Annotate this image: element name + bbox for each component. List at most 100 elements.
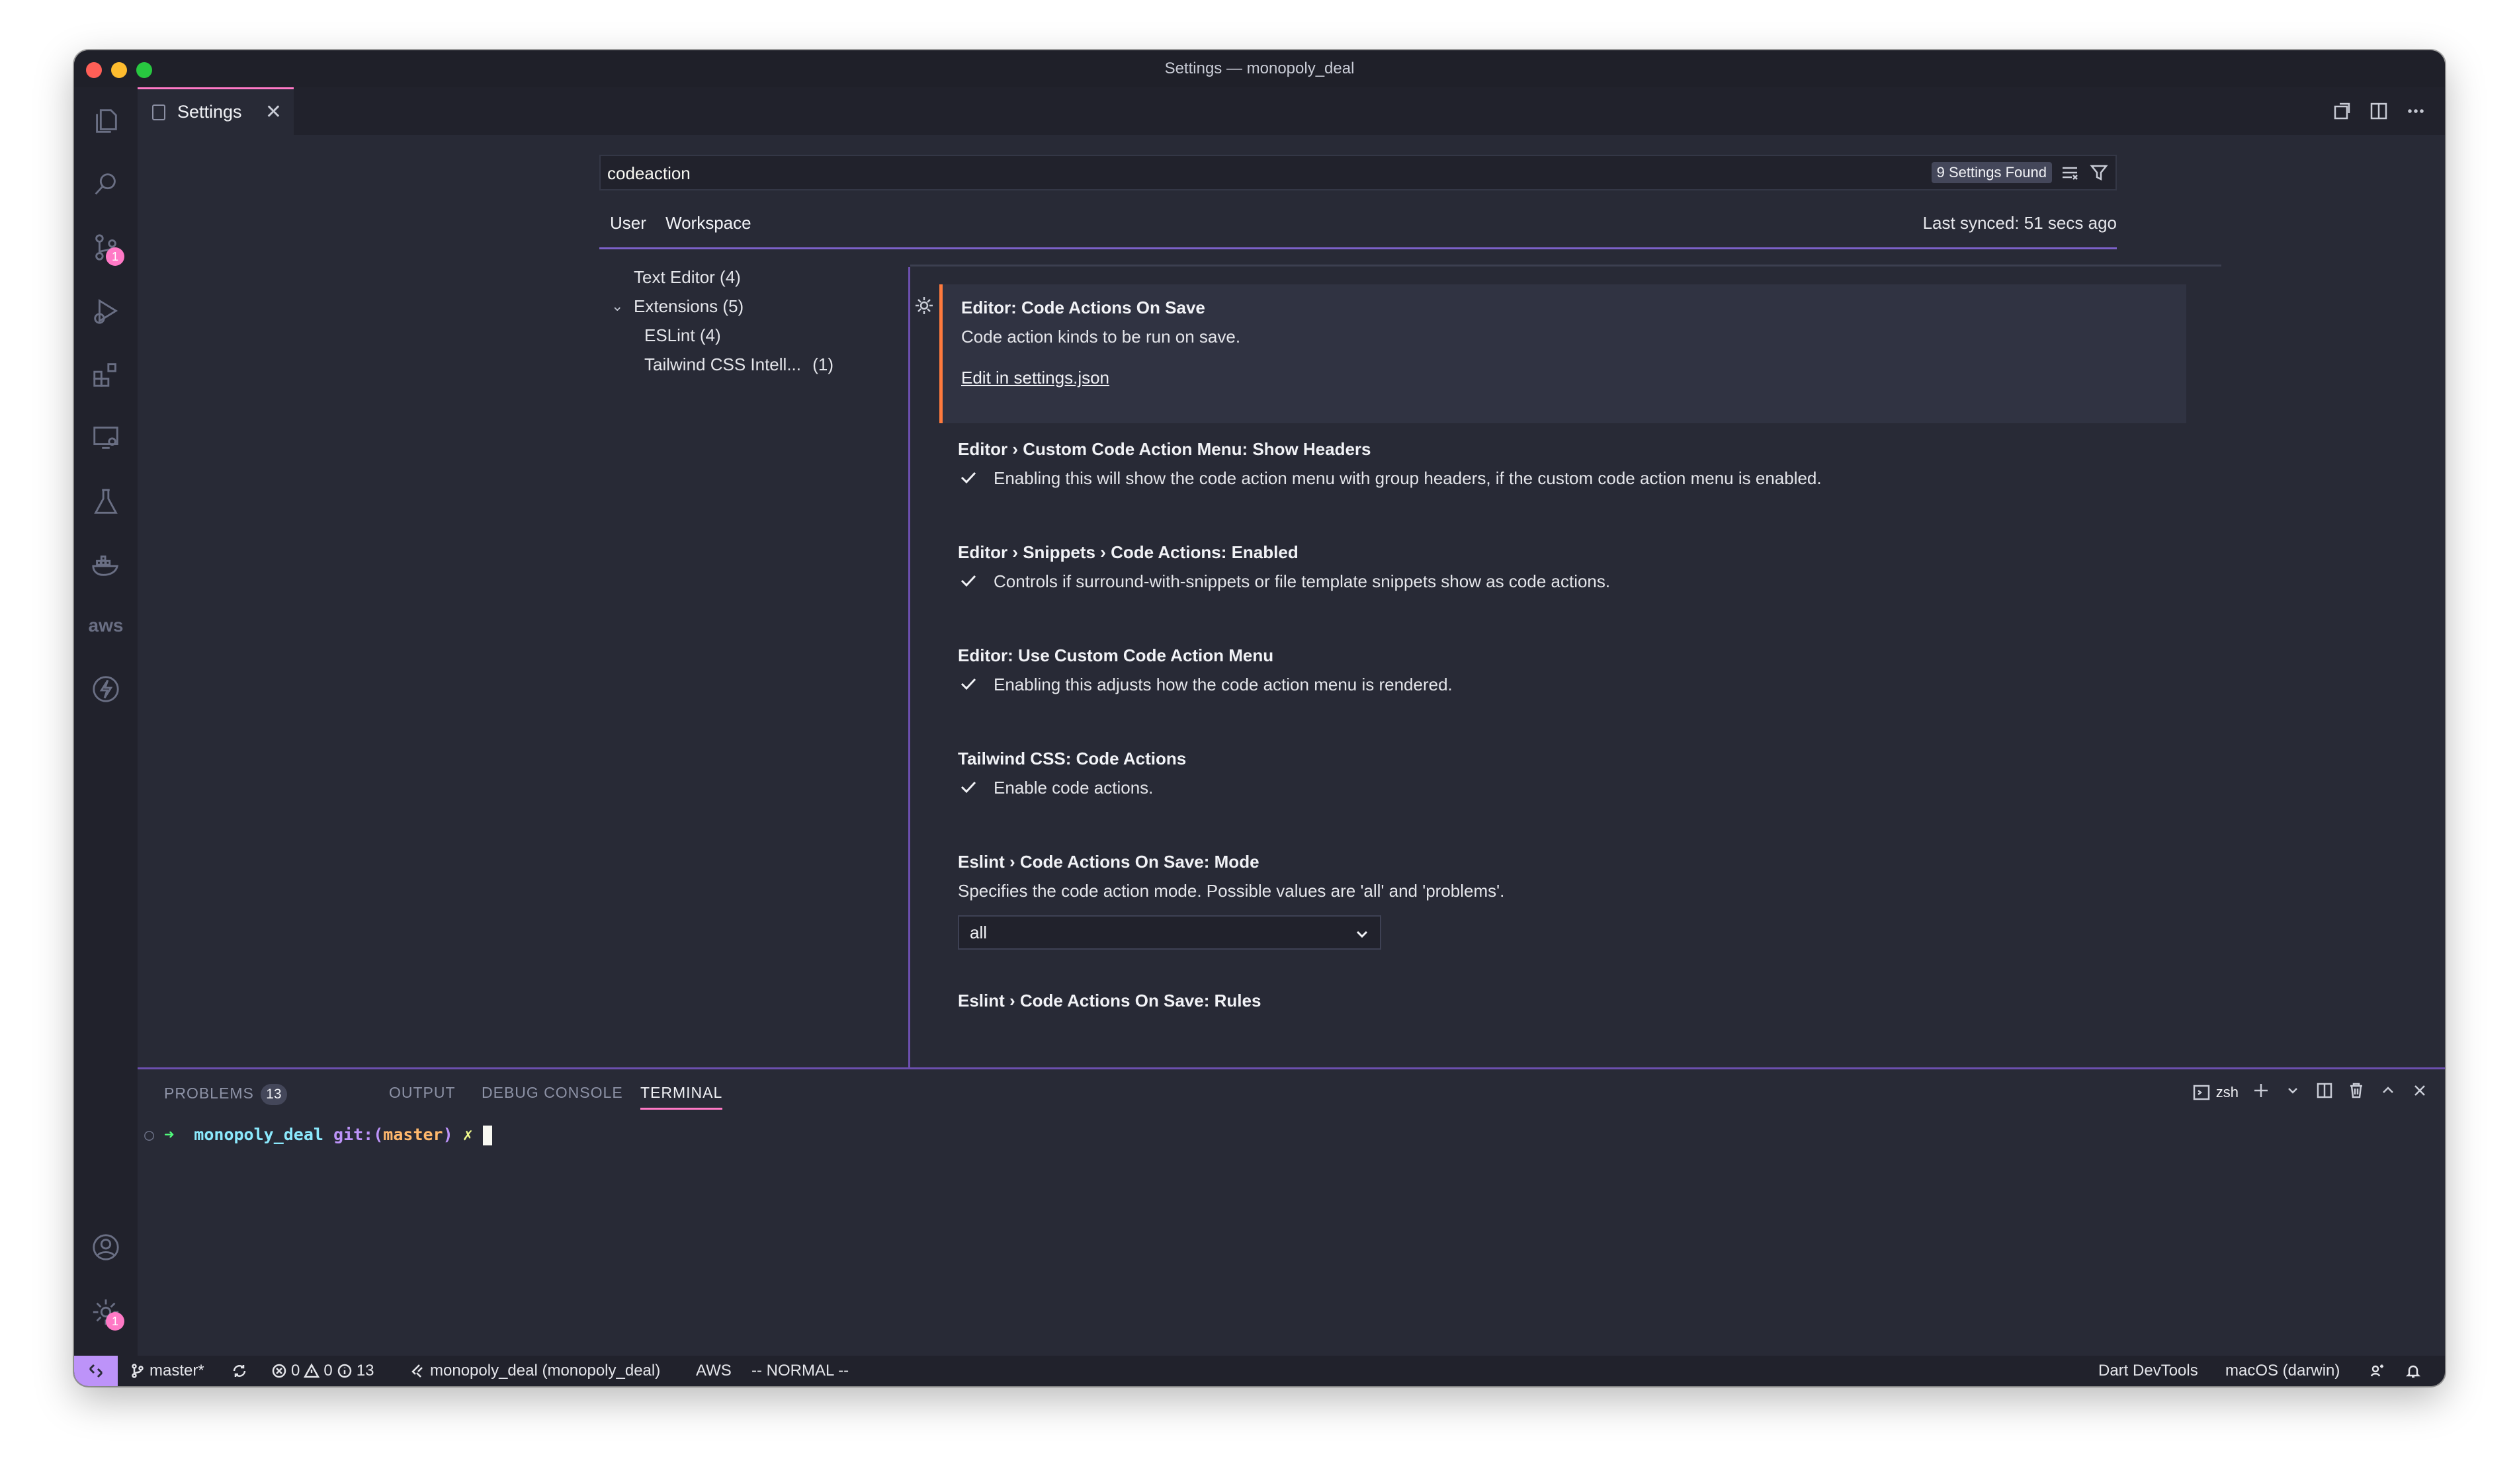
tab-output[interactable]: OUTPUT <box>389 1084 456 1102</box>
flutter-icon <box>411 1364 423 1378</box>
zoom-window-button[interactable] <box>136 62 152 78</box>
warning-count: 0 <box>323 1362 333 1380</box>
status-os[interactable]: macOS (darwin) <box>2225 1356 2340 1386</box>
split-editor-icon[interactable] <box>2367 99 2391 123</box>
thunder-icon[interactable] <box>90 673 122 705</box>
prompt-dirty-marker: ✗ <box>462 1125 473 1144</box>
status-aws[interactable]: AWS <box>696 1356 732 1386</box>
filter-icon[interactable] <box>2089 163 2109 186</box>
setting-title: Eslint › Code Actions On Save: Mode <box>958 852 1260 872</box>
docker-icon[interactable] <box>90 549 122 581</box>
tab-label: PROBLEMS <box>164 1085 254 1102</box>
notifications-icon[interactable] <box>2405 1356 2421 1386</box>
tab-settings[interactable]: Settings ✕ <box>138 87 294 135</box>
setting-title: Editor › Snippets › Code Actions: Enable… <box>958 542 1299 562</box>
setting-title: Editor › Custom Code Action Menu: Show H… <box>958 439 1371 459</box>
tab-workspace[interactable]: Workspace <box>665 213 751 233</box>
manage-gear-icon[interactable]: 1 <box>90 1296 124 1331</box>
settings-search: 9 Settings Found <box>599 155 2117 190</box>
tab-problems[interactable]: PROBLEMS 13 <box>164 1084 287 1105</box>
source-control-icon[interactable]: 1 <box>90 231 124 266</box>
tab-user[interactable]: User <box>610 213 646 233</box>
tab-debug-console[interactable]: DEBUG CONSOLE <box>482 1084 623 1102</box>
shell-name: zsh <box>2215 1083 2239 1100</box>
extensions-icon[interactable] <box>90 358 122 390</box>
aws-icon[interactable]: aws <box>89 610 124 641</box>
status-dart-devtools[interactable]: Dart DevTools <box>2098 1356 2198 1386</box>
gear-icon[interactable] <box>914 295 935 316</box>
setting-code-actions-on-save: Editor: Code Actions On Save Code action… <box>916 284 2186 423</box>
chevron-down-icon <box>1353 917 1371 948</box>
explorer-icon[interactable] <box>90 104 122 136</box>
select-value: all <box>970 923 988 942</box>
setting-title: Editor: Code Actions On Save <box>961 298 1205 317</box>
mode-select[interactable]: all <box>958 915 1381 950</box>
new-terminal-icon[interactable] <box>2252 1081 2270 1103</box>
settings-editor: 9 Settings Found User Workspace Last syn… <box>138 135 2445 1067</box>
prompt-directory: monopoly_deal <box>194 1125 323 1144</box>
editor-tab-bar: Settings ✕ <box>138 87 2445 135</box>
settings-scope-tabs: User Workspace Last synced: 51 secs ago <box>599 208 2117 249</box>
setting-checkbox[interactable] <box>958 776 979 798</box>
status-bar: master* 0 0 13 monopoly_deal (monopoly_d… <box>74 1356 2445 1386</box>
setting-description: Enabling this adjusts how the code actio… <box>994 675 1453 694</box>
toc-item-count: (1) <box>812 354 833 374</box>
close-icon[interactable]: ✕ <box>265 101 282 124</box>
run-debug-icon[interactable] <box>90 295 122 327</box>
clear-filter-icon[interactable] <box>2060 163 2080 186</box>
last-synced: Last synced: 51 secs ago <box>1922 213 2117 233</box>
status-problems[interactable]: 0 0 13 <box>271 1356 374 1386</box>
activity-bar: 1 aws 1 <box>74 87 138 1356</box>
edit-in-settings-json-link[interactable]: Edit in settings.json <box>961 368 1109 388</box>
settings-header-divider <box>910 265 2221 267</box>
warning-icon <box>304 1363 320 1378</box>
search-icon[interactable] <box>90 168 122 200</box>
setting-description: Specifies the code action mode. Possible… <box>958 881 1505 901</box>
settings-search-input[interactable] <box>603 156 1905 190</box>
status-vim-mode: -- NORMAL -- <box>751 1362 849 1380</box>
close-panel-icon[interactable] <box>2411 1081 2429 1103</box>
terminal-cursor <box>482 1126 492 1145</box>
remote-explorer-icon[interactable] <box>90 422 122 454</box>
split-terminal-icon[interactable] <box>2315 1081 2334 1103</box>
info-count: 13 <box>356 1362 374 1380</box>
toc-item-extensions[interactable]: ⌄ Extensions (5) <box>611 296 744 317</box>
title-bar: Settings — monopoly_deal <box>74 50 2445 87</box>
setting-checkbox[interactable] <box>958 673 979 694</box>
account-icon[interactable] <box>90 1231 122 1263</box>
remote-indicator[interactable] <box>74 1356 118 1386</box>
info-icon <box>337 1364 351 1378</box>
terminal-output[interactable]: ○ ➜ monopoly_deal git:(master) ✗ <box>144 1125 492 1145</box>
tab-terminal[interactable]: TERMINAL <box>640 1084 723 1110</box>
trash-icon[interactable] <box>2347 1081 2366 1103</box>
setting-title: Editor: Use Custom Code Action Menu <box>958 645 1274 665</box>
branch-icon <box>132 1364 144 1378</box>
minimize-window-button[interactable] <box>111 62 127 78</box>
error-count: 0 <box>291 1362 300 1380</box>
toc-item-tailwind[interactable]: Tailwind CSS Intell... (1) <box>644 354 833 375</box>
sync-icon[interactable] <box>232 1356 247 1386</box>
toc-item-text-editor[interactable]: Text Editor (4) <box>634 267 741 288</box>
bottom-panel: PROBLEMS 13 OUTPUT DEBUG CONSOLE TERMINAL… <box>138 1067 2445 1358</box>
more-actions-icon[interactable] <box>2404 99 2428 123</box>
feedback-icon[interactable] <box>2370 1356 2385 1386</box>
testing-icon[interactable] <box>90 485 122 517</box>
settings-list: Editor: Code Actions On Save Code action… <box>910 267 2203 1067</box>
toc-item-eslint[interactable]: ESLint (4) <box>644 325 721 346</box>
remote-icon <box>89 1364 103 1378</box>
close-window-button[interactable] <box>86 62 102 78</box>
setting-checkbox[interactable] <box>958 467 979 488</box>
setting-tailwind-code-actions: Tailwind CSS: Code Actions Enable code a… <box>939 733 2183 836</box>
status-project[interactable]: monopoly_deal (monopoly_deal) <box>410 1356 660 1386</box>
open-settings-json-icon[interactable] <box>2330 99 2354 123</box>
setting-checkbox[interactable] <box>958 570 979 591</box>
prompt-branch: master <box>383 1125 443 1144</box>
status-branch[interactable]: master* <box>130 1356 204 1386</box>
prompt-arrow: ➜ <box>164 1125 175 1144</box>
setting-description: Enable code actions. <box>994 778 1154 798</box>
prompt-git-label: git:( <box>333 1125 384 1144</box>
maximize-panel-icon[interactable] <box>2379 1081 2397 1103</box>
terminal-shell-selector[interactable]: zsh <box>2192 1083 2239 1102</box>
branch-name: master* <box>149 1362 204 1380</box>
chevron-down-icon[interactable] <box>2284 1081 2302 1103</box>
